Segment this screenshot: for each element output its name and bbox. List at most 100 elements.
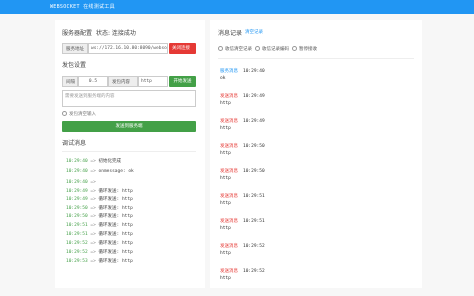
option-radio-1[interactable] — [255, 46, 260, 51]
record-item: 服务消息 10:29:40 ok — [220, 68, 340, 81]
log-arrow: => — [87, 259, 99, 264]
record-message: http — [220, 126, 231, 131]
record-item: 发送消息 10:29:51 http — [220, 193, 340, 206]
debug-log-line: 10:29:40 => onmessage: ok — [66, 169, 134, 174]
record-message: http — [220, 276, 231, 281]
record-tag: 发送消息 — [220, 169, 238, 174]
record-header: 发送消息 10:29:50 — [220, 168, 340, 174]
record-header: 服务消息 10:29:40 — [220, 68, 340, 74]
record-time: 10:29:51 — [243, 194, 265, 199]
clear-on-send-label: 发包清空输入 — [69, 112, 96, 117]
interval-input[interactable]: 0.5 — [78, 76, 108, 87]
record-tag: 服务消息 — [220, 69, 238, 74]
log-arrow: => — [87, 214, 99, 219]
record-time: 10:29:51 — [243, 219, 265, 224]
log-arrow: => — [87, 169, 99, 174]
log-time: 10:29:49 — [66, 189, 88, 194]
record-tag: 发送消息 — [220, 269, 238, 274]
records-section-title: 消息记录 — [218, 30, 243, 37]
debug-log-line: 10:29:52 => 循环发送: http — [66, 240, 133, 246]
record-message: http — [220, 226, 231, 231]
debug-log-line: 10:29:52 => 循环发送: http — [66, 249, 133, 255]
log-arrow: => — [87, 250, 99, 255]
url-label: 服务地址 — [62, 43, 88, 54]
debug-log-line: 10:29:49 => 循环发送: http — [66, 196, 133, 202]
record-item: 发送消息 10:29:52 http — [220, 268, 340, 281]
record-time: 10:29:52 — [243, 244, 265, 249]
record-item: 发送消息 10:29:52 http — [220, 243, 340, 256]
log-text: 循环发送: http — [98, 232, 133, 237]
record-header: 发送消息 10:29:52 — [220, 243, 340, 249]
record-tag: 发送消息 — [220, 144, 238, 149]
record-item: 发送消息 10:29:49 http — [220, 93, 340, 106]
start-send-button[interactable]: 开始发送 — [169, 76, 196, 87]
log-text: 循环发送: http — [98, 241, 133, 246]
option-radio-2[interactable] — [292, 46, 297, 51]
record-time: 10:29:50 — [243, 144, 265, 149]
connection-status: 状态: 连接成功 — [96, 30, 136, 37]
log-time: 10:29:52 — [66, 241, 88, 246]
record-time: 10:29:52 — [243, 269, 265, 274]
debug-log-line: 10:29:53 => 循环发送: http — [66, 258, 133, 264]
record-header: 发送消息 10:29:51 — [220, 193, 340, 199]
log-arrow: => — [87, 206, 99, 211]
log-text: 循环发送: http — [98, 250, 133, 255]
option-label-0: 收信清空记录 — [225, 47, 252, 52]
clear-on-send-radio[interactable] — [62, 111, 67, 116]
log-text: onmessage: ok — [98, 169, 134, 174]
record-item: 发送消息 10:29:49 http — [220, 118, 340, 131]
debug-log-line: 10:29:50 => 循环发送: http — [66, 205, 133, 211]
log-time: 10:29:53 — [66, 259, 88, 264]
content-input[interactable]: http — [138, 76, 168, 87]
option-radio-0[interactable] — [218, 46, 223, 51]
record-message: http — [220, 101, 231, 106]
record-time: 10:29:49 — [243, 119, 265, 124]
divider — [62, 151, 196, 152]
content-label: 发包内容 — [108, 76, 138, 87]
server-url-input[interactable]: ws://172.16.10.80:8090/websocket — [88, 43, 168, 54]
log-time: 10:29:40 — [66, 180, 88, 185]
debug-log-line: 10:29:49 => 循环发送: http — [66, 188, 133, 194]
log-arrow: => — [87, 180, 96, 185]
record-time: 10:29:50 — [243, 169, 265, 174]
record-item: 发送消息 10:29:50 http — [220, 143, 340, 156]
log-arrow: => — [87, 159, 99, 164]
interval-label: 间隔 — [62, 76, 78, 87]
log-time: 10:29:51 — [66, 223, 88, 228]
debug-log-line: 10:29:51 => 循环发送: http — [66, 231, 133, 237]
record-time: 10:29:40 — [243, 69, 265, 74]
record-time: 10:29:49 — [243, 94, 265, 99]
log-time: 10:29:50 — [66, 206, 88, 211]
record-header: 发送消息 10:29:50 — [220, 143, 340, 149]
record-item: 发送消息 10:29:50 http — [220, 168, 340, 181]
record-item: 发送消息 10:29:51 http — [220, 218, 340, 231]
log-text: 循环发送: http — [98, 197, 133, 202]
debug-log-line: 10:29:51 => 循环发送: http — [66, 222, 133, 228]
clear-records-link[interactable]: 清空记录 — [245, 29, 263, 35]
log-text: 循环发送: http — [98, 223, 133, 228]
server-section-title: 服务器配置 — [62, 30, 93, 37]
option-label-1: 收信记录编码 — [262, 47, 289, 52]
log-time: 10:29:50 — [66, 214, 88, 219]
log-arrow: => — [87, 189, 99, 194]
log-time: 10:29:52 — [66, 250, 88, 255]
log-text: 循环发送: http — [98, 259, 133, 264]
log-text: 循环发送: http — [98, 189, 133, 194]
debug-log-line: 10:29:50 => 循环发送: http — [66, 213, 133, 219]
record-message: ok — [220, 76, 226, 81]
record-header: 发送消息 10:29:52 — [220, 268, 340, 274]
record-header: 发送消息 10:29:51 — [220, 218, 340, 224]
log-time: 10:29:40 — [66, 169, 88, 174]
message-textarea[interactable]: 需要发送到服务端的内容 — [62, 90, 196, 107]
top-bar: WEBSOCKET 在线测试工具 — [0, 0, 474, 14]
record-tag: 发送消息 — [220, 244, 238, 249]
log-text: 初始化完成 — [98, 159, 122, 164]
record-message: http — [220, 201, 231, 206]
option-label-2: 暂停接收 — [299, 47, 317, 52]
send-to-server-button[interactable]: 发送到服务端 — [62, 121, 196, 132]
app-title: WEBSOCKET 在线测试工具 — [50, 4, 115, 10]
close-connection-button[interactable]: 关闭连接 — [169, 43, 196, 54]
record-header: 发送消息 10:29:49 — [220, 93, 340, 99]
record-message: http — [220, 151, 231, 156]
debug-log-line: 10:29:40 => — [66, 180, 96, 185]
